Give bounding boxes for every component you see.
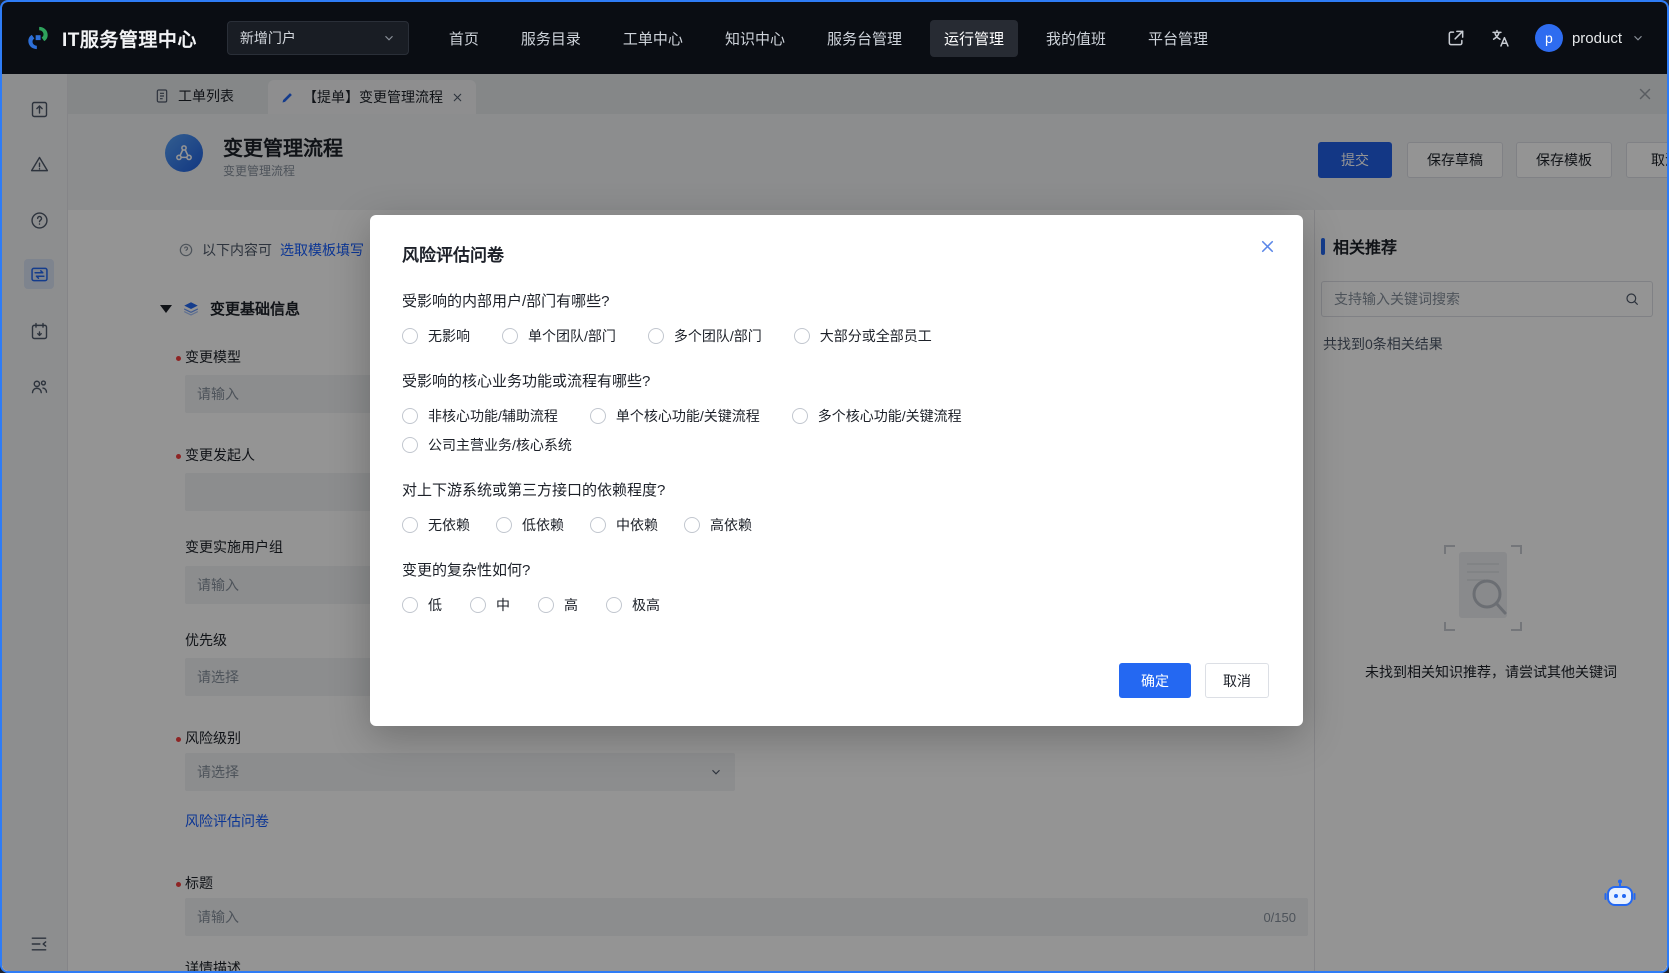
- radio-icon[interactable]: [648, 328, 664, 344]
- question-text: 受影响的内部用户/部门有哪些?: [402, 290, 1271, 311]
- modal-title: 风险评估问卷: [402, 241, 1271, 266]
- radio-label: 无依赖: [428, 515, 470, 535]
- question-text: 变更的复杂性如何?: [402, 559, 1271, 580]
- navbar-right: p product: [1446, 24, 1645, 52]
- radio-label: 高依赖: [710, 515, 752, 535]
- radio-icon[interactable]: [402, 437, 418, 453]
- radio-option[interactable]: 极高: [606, 595, 660, 615]
- nav-item-knowledge-center[interactable]: 知识中心: [711, 20, 799, 57]
- question-1: 受影响的内部用户/部门有哪些? 无影响 单个团队/部门 多个团队/部门 大部分或…: [402, 290, 1271, 346]
- radio-label: 多个团队/部门: [674, 326, 762, 346]
- main-nav: 首页 服务目录 工单中心 知识中心 服务台管理 运行管理 我的值班 平台管理: [435, 20, 1222, 57]
- radio-option[interactable]: 无影响: [402, 326, 470, 346]
- radio-icon[interactable]: [502, 328, 518, 344]
- radio-label: 单个核心功能/关键流程: [616, 406, 760, 426]
- radio-label: 公司主营业务/核心系统: [428, 435, 572, 455]
- question-3: 对上下游系统或第三方接口的依赖程度? 无依赖 低依赖 中依赖 高依赖: [402, 479, 1271, 535]
- nav-item-my-duty[interactable]: 我的值班: [1032, 20, 1120, 57]
- radio-label: 中依赖: [616, 515, 658, 535]
- radio-icon[interactable]: [402, 517, 418, 533]
- question-text: 受影响的核心业务功能或流程有哪些?: [402, 370, 1271, 391]
- brand-title: IT服务管理中心: [62, 25, 197, 52]
- portal-select-value: 新增门户: [240, 28, 296, 48]
- radio-label: 中: [496, 595, 510, 615]
- radio-option[interactable]: 中依赖: [590, 515, 658, 535]
- radio-icon[interactable]: [792, 408, 808, 424]
- radio-label: 低: [428, 595, 442, 615]
- radio-label: 高: [564, 595, 578, 615]
- radio-label: 极高: [632, 595, 660, 615]
- radio-label: 多个核心功能/关键流程: [818, 406, 962, 426]
- radio-icon[interactable]: [606, 597, 622, 613]
- radio-icon[interactable]: [402, 408, 418, 424]
- top-navbar: IT服务管理中心 新增门户 首页 服务目录 工单中心 知识中心 服务台管理 运行…: [2, 2, 1667, 74]
- radio-icon[interactable]: [402, 328, 418, 344]
- nav-item-platform-mgmt[interactable]: 平台管理: [1134, 20, 1222, 57]
- portal-select-dropdown[interactable]: 新增门户: [227, 21, 409, 55]
- radio-option[interactable]: 非核心功能/辅助流程: [402, 406, 558, 426]
- app-logo-icon: [24, 24, 52, 52]
- nav-item-ticket-center[interactable]: 工单中心: [609, 20, 697, 57]
- chevron-down-icon: [382, 31, 396, 45]
- radio-option[interactable]: 中: [470, 595, 510, 615]
- modal-close-icon[interactable]: [1258, 237, 1277, 256]
- avatar: p: [1535, 24, 1563, 52]
- radio-option[interactable]: 高: [538, 595, 578, 615]
- radio-label: 大部分或全部员工: [820, 326, 932, 346]
- radio-label: 低依赖: [522, 515, 564, 535]
- user-name: product: [1572, 30, 1622, 47]
- nav-item-service-catalog[interactable]: 服务目录: [507, 20, 595, 57]
- question-text: 对上下游系统或第三方接口的依赖程度?: [402, 479, 1271, 500]
- nav-item-operation-mgmt[interactable]: 运行管理: [930, 20, 1018, 57]
- modal-footer: 确定 取消: [1119, 663, 1269, 698]
- user-menu[interactable]: p product: [1535, 24, 1645, 52]
- nav-item-servicedesk-mgmt[interactable]: 服务台管理: [813, 20, 916, 57]
- radio-option[interactable]: 高依赖: [684, 515, 752, 535]
- radio-option[interactable]: 大部分或全部员工: [794, 326, 932, 346]
- main-area: 工单列表 【提单】变更管理流程: [2, 74, 1667, 971]
- radio-label: 无影响: [428, 326, 470, 346]
- modal-cancel-button[interactable]: 取消: [1205, 663, 1269, 698]
- radio-option[interactable]: 多个核心功能/关键流程: [792, 406, 962, 426]
- radio-icon[interactable]: [470, 597, 486, 613]
- radio-option[interactable]: 低依赖: [496, 515, 564, 535]
- radio-label: 非核心功能/辅助流程: [428, 406, 558, 426]
- radio-icon[interactable]: [538, 597, 554, 613]
- radio-label: 单个团队/部门: [528, 326, 616, 346]
- external-link-icon[interactable]: [1446, 28, 1466, 48]
- radio-icon[interactable]: [590, 517, 606, 533]
- radio-icon[interactable]: [590, 408, 606, 424]
- radio-option[interactable]: 多个团队/部门: [648, 326, 762, 346]
- question-4: 变更的复杂性如何? 低 中 高 极高: [402, 559, 1271, 615]
- radio-icon[interactable]: [496, 517, 512, 533]
- radio-option[interactable]: 无依赖: [402, 515, 470, 535]
- ai-assistant-icon[interactable]: [1602, 877, 1638, 918]
- radio-option[interactable]: 低: [402, 595, 442, 615]
- confirm-button[interactable]: 确定: [1119, 663, 1191, 698]
- nav-item-home[interactable]: 首页: [435, 20, 493, 57]
- radio-option[interactable]: 单个团队/部门: [502, 326, 616, 346]
- radio-icon[interactable]: [684, 517, 700, 533]
- radio-option[interactable]: 公司主营业务/核心系统: [402, 435, 572, 455]
- radio-icon[interactable]: [402, 597, 418, 613]
- radio-icon[interactable]: [794, 328, 810, 344]
- translate-icon[interactable]: [1490, 28, 1511, 49]
- risk-questionnaire-modal: 风险评估问卷 受影响的内部用户/部门有哪些? 无影响 单个团队/部门 多个团队/…: [370, 215, 1303, 726]
- question-2: 受影响的核心业务功能或流程有哪些? 非核心功能/辅助流程 单个核心功能/关键流程…: [402, 370, 1271, 455]
- chevron-down-icon: [1631, 31, 1645, 45]
- app-window: IT服务管理中心 新增门户 首页 服务目录 工单中心 知识中心 服务台管理 运行…: [0, 0, 1669, 973]
- radio-option[interactable]: 单个核心功能/关键流程: [590, 406, 760, 426]
